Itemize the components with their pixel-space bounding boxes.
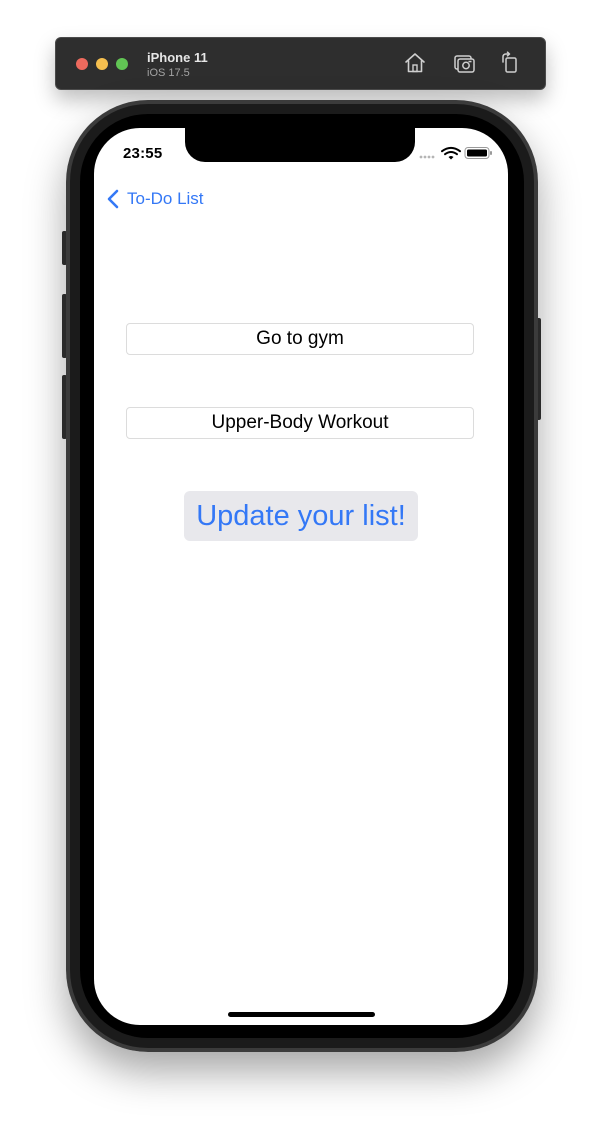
task-detail-field[interactable] <box>126 407 474 439</box>
wifi-icon <box>441 146 461 160</box>
chevron-left-icon <box>107 189 119 209</box>
back-button-label: To-Do List <box>127 189 204 208</box>
back-button[interactable]: To-Do List <box>106 188 204 210</box>
zoom-window-button[interactable] <box>116 58 128 70</box>
task-title-field[interactable] <box>126 323 474 355</box>
notch <box>185 128 415 162</box>
status-icons <box>419 146 492 160</box>
simulator-stage: iPhone 11 iOS 17.5 23:55 To-Do List Go t… <box>0 0 602 1128</box>
rotate-icon[interactable] <box>498 51 522 75</box>
close-window-button[interactable] <box>76 58 88 70</box>
device-os-version: iOS 17.5 <box>147 67 190 79</box>
battery-icon <box>464 147 492 159</box>
phone-screen: 23:55 To-Do List Go to gym Upper-Body Wo… <box>94 128 508 1025</box>
screenshot-icon[interactable] <box>452 51 476 75</box>
simulator-titlebar: iPhone 11 iOS 17.5 <box>55 37 546 90</box>
home-icon[interactable] <box>403 51 427 75</box>
home-indicator <box>228 1012 375 1017</box>
device-name: iPhone 11 <box>147 50 208 65</box>
update-list-button[interactable]: Update your list! <box>184 491 418 541</box>
status-time: 23:55 <box>123 145 163 162</box>
minimize-window-button[interactable] <box>96 58 108 70</box>
cellular-signal-icon <box>419 155 435 159</box>
